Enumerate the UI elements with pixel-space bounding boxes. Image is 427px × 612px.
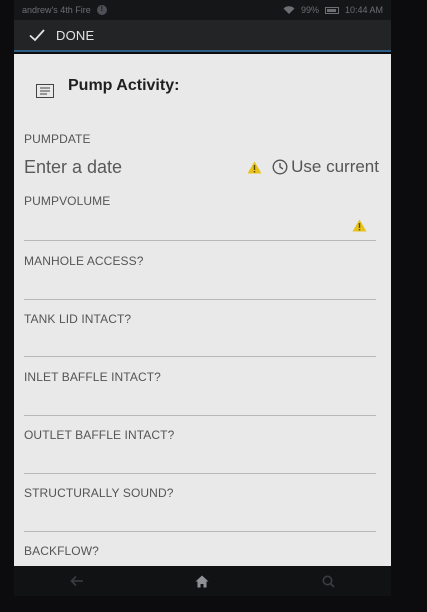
battery-percent: 99% xyxy=(300,5,319,15)
navigation-bar xyxy=(14,566,391,596)
done-button[interactable]: DONE xyxy=(28,26,94,44)
done-label: DONE xyxy=(56,27,95,43)
device-name: andrew's 4th Fire xyxy=(22,5,91,15)
outlet-baffle-intact-input[interactable] xyxy=(24,473,376,474)
pumpdate-field: Enter a date Use current xyxy=(24,155,379,179)
search-button[interactable] xyxy=(298,566,358,596)
search-icon xyxy=(322,575,335,588)
pumpdate-label: PUMPDATE xyxy=(24,132,91,146)
outlet-baffle-intact-label: OUTLET BAFFLE INTACT? xyxy=(24,428,175,442)
inlet-baffle-intact-input[interactable] xyxy=(24,415,376,416)
back-button[interactable] xyxy=(47,566,107,596)
home-button[interactable] xyxy=(172,566,232,596)
status-time: 10:44 AM xyxy=(344,5,383,15)
check-icon xyxy=(29,29,45,42)
form-panel[interactable]: Pump Activity: PUMPDATE Enter a date Use… xyxy=(14,54,391,566)
wifi-icon xyxy=(283,5,295,14)
tank-lid-intact-label: TANK LID INTACT? xyxy=(24,312,132,326)
form-heading: Pump Activity: xyxy=(36,74,179,98)
warning-icon xyxy=(352,219,367,232)
use-current-button[interactable]: Use current xyxy=(272,157,379,177)
notification-icon: ! xyxy=(96,5,107,15)
status-bar: andrew's 4th Fire ! 99% 10:44 AM xyxy=(14,0,391,20)
pumpvolume-label: PUMPVOLUME xyxy=(24,194,111,208)
backflow-label: BACKFLOW? xyxy=(24,544,99,558)
home-icon xyxy=(195,575,209,587)
battery-icon xyxy=(324,6,339,14)
structurally-sound-label: STRUCTURALLY SOUND? xyxy=(24,486,174,500)
inlet-baffle-intact-label: INLET BAFFLE INTACT? xyxy=(24,370,161,384)
pumpdate-input[interactable]: Enter a date xyxy=(24,157,122,178)
clock-icon xyxy=(272,159,288,175)
warning-icon xyxy=(247,161,262,173)
pumpvolume-input[interactable] xyxy=(24,240,376,241)
back-arrow-icon xyxy=(70,575,83,587)
page-title: Pump Activity: xyxy=(68,77,180,94)
use-current-label: Use current xyxy=(291,157,379,176)
list-icon xyxy=(36,84,54,98)
structurally-sound-input[interactable] xyxy=(24,531,376,532)
action-bar: DONE xyxy=(14,20,391,52)
tank-lid-intact-input[interactable] xyxy=(24,356,376,357)
manhole-access-label: MANHOLE ACCESS? xyxy=(24,254,144,268)
manhole-access-input[interactable] xyxy=(24,299,376,300)
